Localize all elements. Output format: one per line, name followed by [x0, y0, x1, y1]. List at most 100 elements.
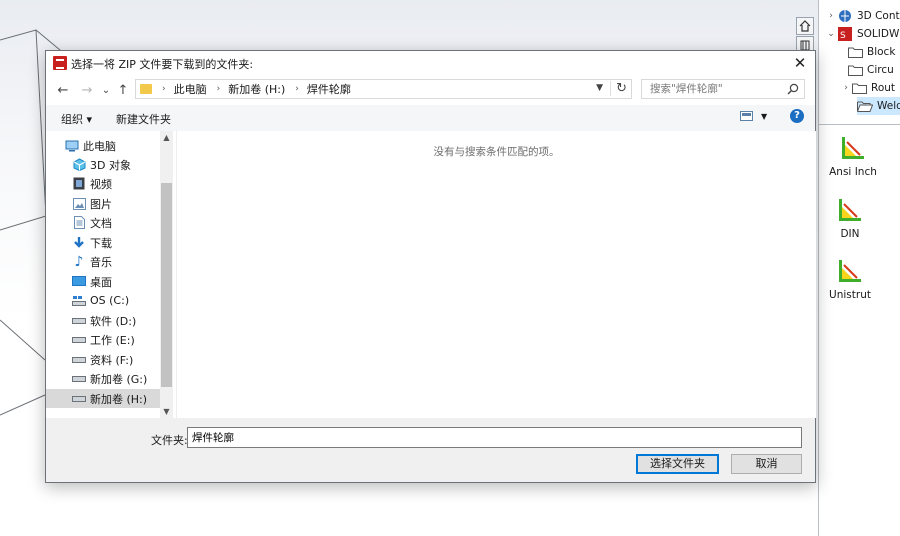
recent-locations-icon[interactable]: ⌄ [97, 81, 115, 99]
nav-item-videos[interactable]: 视频 [46, 174, 160, 193]
video-icon [72, 177, 86, 191]
download-icon [72, 236, 86, 250]
chevron-down-icon[interactable]: ⌄ [825, 29, 837, 39]
weld-profile-icon [896, 195, 900, 225]
breadcrumb-separator-icon: › [216, 84, 221, 94]
scroll-up-icon[interactable]: ▲ [160, 133, 173, 142]
navigation-pane[interactable]: 此电脑 3D 对象 视频 图片 文档 下载 ♪ 音乐 桌面 OS (C:) 软件… [46, 131, 173, 418]
chevron-right-icon[interactable]: › [825, 11, 837, 21]
nav-item-drive-h[interactable]: 新加卷 (H:) [46, 389, 160, 408]
library-item-label: DIN [840, 228, 860, 240]
tree-item-routing[interactable]: › Rout [841, 79, 895, 97]
back-arrow-icon[interactable]: ← [54, 81, 72, 99]
chevron-down-icon[interactable]: ▼ [596, 83, 603, 93]
address-bar-row: ← → ⌄ ↑ › 此电脑 › 新加卷 (H:) › 焊件轮廓 ▼ ↻ [46, 77, 815, 103]
drive-icon [72, 372, 86, 386]
navigation-scrollbar[interactable]: ▲ ▼ [160, 131, 173, 418]
breadcrumb-separator-icon: › [162, 84, 166, 94]
nav-item-label: 新加卷 (H:) [90, 392, 148, 406]
breadcrumb-drive-h[interactable]: 新加卷 (H:) [228, 81, 285, 97]
empty-results-message: 没有与搜索条件匹配的项。 [433, 146, 560, 158]
nav-item-pictures[interactable]: 图片 [46, 194, 160, 213]
refresh-icon[interactable]: ↻ [610, 81, 627, 96]
search-input[interactable] [648, 82, 782, 96]
pane-divider [819, 124, 900, 125]
tree-item-weldments[interactable]: Weld [857, 97, 900, 115]
nav-item-documents[interactable]: 文档 [46, 213, 160, 232]
nav-item-label: 软件 (D:) [90, 314, 137, 328]
drive-icon [72, 392, 86, 406]
solidworks-icon: S [837, 27, 853, 41]
design-library-pane: › 3D Conte ⌄ S SOLIDWO Block Circu › Rou… [818, 0, 900, 536]
library-item-unistrut[interactable]: Unistrut [820, 256, 880, 301]
nav-item-drive-g[interactable]: 新加卷 (G:) [46, 369, 160, 388]
tree-item-blocks[interactable]: Block [847, 43, 895, 61]
nav-item-label: 此电脑 [83, 139, 116, 153]
tree-item-circuit[interactable]: Circu [847, 61, 894, 79]
nav-item-label: 3D 对象 [90, 158, 131, 172]
nav-item-label: 文档 [90, 216, 112, 230]
chevron-right-icon[interactable]: › [841, 83, 851, 93]
view-options-button[interactable]: ▼ [740, 111, 767, 121]
tree-item-label: SOLIDWO [857, 28, 900, 40]
cancel-button[interactable]: 取消 [731, 454, 802, 474]
library-item-label: Ansi Inch [829, 166, 877, 178]
nav-item-label: 视频 [90, 177, 112, 191]
folder-open-icon [857, 99, 873, 113]
library-item-partial[interactable] [890, 133, 900, 166]
library-item-din[interactable]: DIN [820, 195, 880, 240]
address-box[interactable]: › 此电脑 › 新加卷 (H:) › 焊件轮廓 ▼ ↻ [135, 79, 632, 99]
weld-profile-icon [838, 133, 868, 163]
file-list-pane[interactable]: 没有与搜索条件匹配的项。 [176, 131, 816, 418]
dialog-title-bar[interactable]: 选择一将 ZIP 文件要下载到的文件夹: ✕ [46, 51, 815, 76]
nav-item-label: 桌面 [90, 275, 112, 289]
music-icon: ♪ [74, 253, 84, 270]
scrollbar-thumb[interactable] [161, 183, 172, 387]
nav-item-drive-d[interactable]: 软件 (D:) [46, 311, 160, 330]
system-drive-icon [72, 294, 86, 308]
search-box[interactable] [641, 79, 805, 99]
view-icon [740, 111, 753, 121]
organize-menu-button[interactable]: 组织 ▾ [61, 111, 92, 127]
nav-item-label: 音乐 [90, 255, 112, 269]
up-arrow-icon[interactable]: ↑ [114, 81, 132, 99]
nav-item-3d-objects[interactable]: 3D 对象 [46, 155, 160, 174]
nav-item-desktop[interactable]: 桌面 [46, 272, 160, 291]
scroll-down-icon[interactable]: ▼ [160, 407, 173, 416]
nav-item-music[interactable]: ♪ 音乐 [46, 252, 160, 271]
breadcrumb-current-folder[interactable]: 焊件轮廓 [307, 81, 351, 97]
nav-item-drive-c[interactable]: OS (C:) [46, 291, 160, 310]
help-icon[interactable]: ? [790, 109, 804, 123]
documents-icon [72, 216, 86, 230]
select-folder-button[interactable]: 选择文件夹 [636, 454, 719, 474]
breadcrumb-separator-icon: › [295, 84, 299, 94]
folder-icon [140, 84, 152, 94]
home-view-icon[interactable] [796, 17, 814, 35]
folder-name-input[interactable] [187, 427, 802, 448]
tree-item-label: 3D Conte [857, 10, 900, 22]
3d-objects-icon [72, 158, 86, 172]
nav-item-label: OS (C:) [90, 294, 130, 307]
nav-item-label: 工作 (E:) [90, 333, 135, 347]
solidworks-app-icon [53, 56, 67, 70]
command-bar: 组织 ▾ 新建文件夹 ▼ ? [46, 105, 815, 131]
close-button[interactable]: ✕ [785, 51, 815, 76]
tree-item-3d-content[interactable]: › 3D Conte [825, 7, 900, 25]
nav-item-this-pc[interactable]: 此电脑 [46, 136, 160, 155]
tree-item-solidworks[interactable]: ⌄ S SOLIDWO [825, 25, 900, 43]
folder-picker-dialog: 选择一将 ZIP 文件要下载到的文件夹: ✕ ← → ⌄ ↑ › 此电脑 › 新… [45, 50, 816, 483]
dialog-footer: 文件夹: 选择文件夹 取消 [46, 418, 815, 482]
nav-item-label: 下载 [90, 236, 112, 250]
forward-arrow-icon[interactable]: → [78, 81, 96, 99]
nav-item-downloads[interactable]: 下载 [46, 233, 160, 252]
nav-item-label: 资料 (F:) [90, 353, 134, 367]
nav-item-drive-f[interactable]: 资料 (F:) [46, 350, 160, 369]
breadcrumb-this-pc[interactable]: 此电脑 [174, 81, 207, 97]
nav-item-drive-e[interactable]: 工作 (E:) [46, 330, 160, 349]
library-item-ansi-inch[interactable]: Ansi Inch [823, 133, 883, 178]
new-folder-button[interactable]: 新建文件夹 [116, 111, 171, 127]
desktop-icon [72, 275, 86, 289]
library-item-partial[interactable] [890, 195, 900, 228]
folder-icon [851, 81, 867, 95]
search-icon[interactable] [787, 83, 799, 98]
